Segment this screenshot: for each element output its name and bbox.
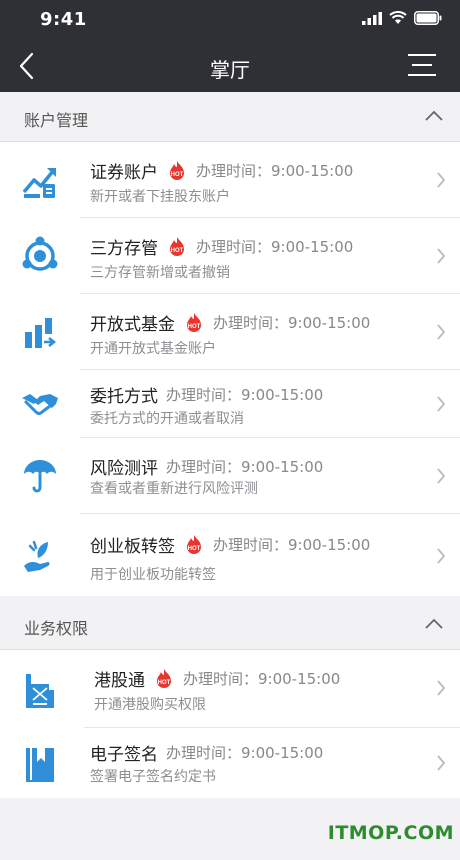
list-item-open-ended-fund[interactable]: 开放式基金 HOT 办理时间：9:00-15:00 开通开放式基金账户 [0,294,460,370]
hot-badge-icon: HOT [170,160,184,180]
building-icon [26,674,54,708]
bookmark-icon [26,748,54,782]
item-time: 办理时间：9:00-15:00 [166,744,324,762]
umbrella-icon [24,460,56,493]
status-icons [362,11,442,25]
wifi-icon [389,11,407,24]
chevron-right-icon [437,755,446,771]
item-name: 委托方式 [90,387,158,407]
item-desc: 签署电子签名约定书 [90,769,216,785]
item-desc: 委托方式的开通或者取消 [90,411,244,427]
list-item-third-party-custody[interactable]: 三方存管 HOT 办理时间：9:00-15:00 三方存管新增或者撤销 [0,218,460,294]
list-item-hk-stock-connect[interactable]: 港股通 HOT 办理时间：9:00-15:00 开通港股购买权限 [0,650,460,728]
item-name: 开放式基金 [90,315,175,335]
list-item-chinext-resign[interactable]: 创业板转签 HOT 办理时间：9:00-15:00 用于创业板功能转签 [0,514,460,596]
menu-icon[interactable] [408,52,436,78]
watermark: ITMOP.COM [327,822,454,844]
chevron-right-icon [437,468,446,484]
chevron-right-icon [437,680,446,696]
page-title: 掌厅 [210,58,250,82]
svg-text:HOT: HOT [188,324,201,330]
svg-text:HOT: HOT [171,248,184,254]
business-list: 港股通 HOT 办理时间：9:00-15:00 开通港股购买权限 电子签名 办理… [0,650,460,798]
section-header-account[interactable]: 账户管理 [0,92,460,142]
item-desc: 新开或者下挂股东账户 [90,189,230,205]
item-time: 办理时间：9:00-15:00 [166,458,324,476]
item-time: 办理时间：9:00-15:00 [213,314,371,332]
hot-badge-icon: HOT [187,312,201,332]
top-bar: 9:41 掌厅 [0,0,460,92]
battery-icon [414,11,442,25]
chevron-right-icon [437,548,446,564]
item-desc: 三方存管新增或者撤销 [90,265,230,281]
item-name: 风险测评 [90,459,158,479]
item-name: 证券账户 [90,163,158,183]
hot-badge-icon: HOT [187,534,201,554]
stock-chart-icon [22,168,56,198]
section-title: 业务权限 [24,619,89,638]
item-name: 创业板转签 [90,537,175,557]
item-time: 办理时间：9:00-15:00 [183,670,341,688]
section-title: 账户管理 [24,111,89,130]
item-time: 办理时间：9:00-15:00 [166,386,324,404]
list-item-securities-account[interactable]: 证券账户 HOT 办理时间：9:00-15:00 新开或者下挂股东账户 [0,142,460,218]
item-desc: 开通港股购买权限 [94,697,206,713]
chevron-right-icon [437,248,446,264]
handshake-icon [22,394,58,415]
chevron-right-icon [437,172,446,188]
hot-badge-icon: HOT [170,236,184,256]
item-desc: 用于创业板功能转签 [90,567,216,583]
list-item-risk-assessment[interactable]: 风险测评 办理时间：9:00-15:00 查看或者重新进行风险评测 [0,438,460,514]
chevron-up-icon[interactable] [424,617,444,631]
transfer-cycle-icon [22,236,58,271]
status-time: 9:41 [40,9,87,30]
chevron-up-icon[interactable] [424,109,444,123]
chevron-right-icon [437,396,446,412]
item-name: 港股通 [94,671,145,691]
account-list: 证券账户 HOT 办理时间：9:00-15:00 新开或者下挂股东账户 三方存管… [0,142,460,596]
list-item-e-signature[interactable]: 电子签名 办理时间：9:00-15:00 签署电子签名约定书 [0,728,460,798]
plant-hand-icon [24,540,50,572]
chevron-right-icon [437,324,446,340]
item-name: 电子签名 [90,745,158,765]
item-name: 三方存管 [90,239,158,259]
bar-chart-icon [25,318,57,348]
signal-icon [362,11,382,25]
item-desc: 查看或者重新进行风险评测 [90,481,258,497]
svg-text:HOT: HOT [158,680,171,686]
list-item-entrust-method[interactable]: 委托方式 办理时间：9:00-15:00 委托方式的开通或者取消 [0,370,460,438]
item-time: 办理时间：9:00-15:00 [213,536,371,554]
hot-badge-icon: HOT [157,668,171,688]
item-desc: 开通开放式基金账户 [90,341,216,357]
svg-text:HOT: HOT [171,172,184,178]
item-time: 办理时间：9:00-15:00 [196,238,354,256]
svg-text:HOT: HOT [188,546,201,552]
item-time: 办理时间：9:00-15:00 [196,162,354,180]
section-header-business[interactable]: 业务权限 [0,600,460,650]
